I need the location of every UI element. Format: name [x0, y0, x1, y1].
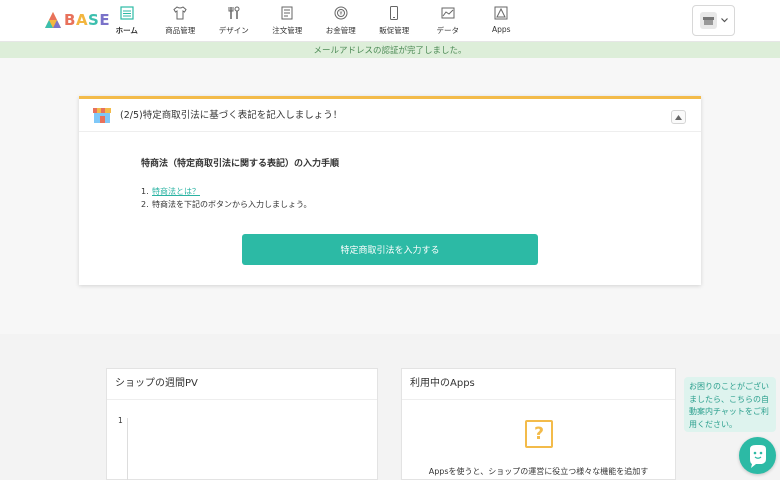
help-bubble[interactable]: お困りのことがございましたら、こちらの自動案内チャットをご利用ください。	[684, 377, 776, 432]
main-nav: ホーム 商品管理 デザイン 注文管理 ¥ お金管理 販促管理 データ Apps	[100, 0, 528, 42]
top-header: BASE ホーム 商品管理 デザイン 注文管理 ¥ お金管理 販促管理 データ …	[0, 0, 780, 42]
coin-icon: ¥	[333, 5, 349, 21]
nav-label: お金管理	[325, 26, 356, 35]
shop-icon	[702, 16, 714, 25]
apps-panel: 利用中のApps ? Appsを使うと、ショップの運営に役立つ様々な機能を追加す	[401, 368, 676, 480]
step-item: 1. 特商法とは？	[141, 185, 312, 198]
tokushoho-help-link[interactable]: 特商法とは？	[152, 187, 200, 196]
setup-task-card: (2/5)特定商取引法に基づく表記を記入しましょう！ 特商法（特定商取引法に関す…	[79, 96, 701, 285]
nav-item-apps[interactable]: Apps	[475, 0, 529, 42]
card-title: (2/5)特定商取引法に基づく表記を記入しましょう！	[120, 110, 343, 121]
chat-bot-icon	[749, 444, 766, 468]
panel-title: ショップの週間PV	[107, 369, 377, 400]
nav-label: ホーム	[115, 26, 138, 35]
svg-text:¥: ¥	[339, 11, 342, 17]
collapse-button[interactable]	[671, 110, 686, 124]
y-axis	[127, 418, 128, 480]
nav-item-orders[interactable]: 注文管理	[261, 0, 315, 42]
notice-text: メールアドレスの認証が完了しました。	[313, 46, 467, 56]
steps-list: 1. 特商法とは？ 2. 特商法を下記のボタンから入力しましょう。	[141, 185, 312, 211]
logo-mark-icon	[45, 12, 61, 28]
shop-avatar	[699, 12, 717, 29]
card-subtitle: 特商法（特定商取引法に関する表記）の入力手順	[141, 159, 340, 169]
account-menu-button[interactable]	[692, 5, 735, 36]
nav-label: デザイン	[218, 26, 249, 35]
help-chat-button[interactable]	[739, 437, 776, 474]
chevron-down-icon	[720, 18, 728, 23]
document-icon	[279, 5, 295, 21]
step-number: 1.	[141, 187, 149, 196]
step-item: 2. 特商法を下記のボタンから入力しましょう。	[141, 198, 312, 211]
nav-item-home[interactable]: ホーム	[100, 0, 154, 42]
nav-item-design[interactable]: デザイン	[207, 0, 261, 42]
nav-label: Apps	[491, 25, 511, 34]
email-verified-notice: メールアドレスの認証が完了しました。	[0, 42, 780, 58]
chart-icon	[440, 5, 456, 21]
apps-icon	[493, 5, 509, 21]
nav-item-data[interactable]: データ	[421, 0, 475, 42]
phone-icon	[386, 5, 402, 21]
nav-item-money[interactable]: ¥ お金管理	[314, 0, 368, 42]
home-icon	[119, 5, 135, 21]
apps-description: Appsを使うと、ショップの運営に役立つ様々な機能を追加す	[428, 467, 649, 476]
step-number: 2.	[141, 200, 149, 209]
weekly-pv-panel: ショップの週間PV 1	[106, 368, 378, 480]
nav-item-promotion[interactable]: 販促管理	[368, 0, 422, 42]
store-icon	[93, 108, 111, 123]
tshirt-icon	[172, 5, 188, 21]
panel-title: 利用中のApps	[402, 369, 675, 400]
nav-label: 販促管理	[379, 26, 410, 35]
question-mark-icon: ?	[525, 420, 553, 448]
nav-label: データ	[436, 26, 460, 35]
card-header: (2/5)特定商取引法に基づく表記を記入しましょう！	[79, 99, 701, 132]
nav-label: 注文管理	[272, 26, 303, 35]
y-tick-label: 1	[118, 416, 123, 425]
nav-label: 商品管理	[165, 26, 196, 35]
chevron-up-icon	[675, 114, 682, 120]
pv-chart: 1	[107, 400, 377, 480]
enter-tokushoho-button[interactable]: 特定商取引法を入力する	[242, 234, 538, 265]
step-text: 特商法を下記のボタンから入力しましょう。	[152, 200, 312, 209]
tools-icon	[226, 5, 242, 21]
nav-item-products[interactable]: 商品管理	[154, 0, 208, 42]
